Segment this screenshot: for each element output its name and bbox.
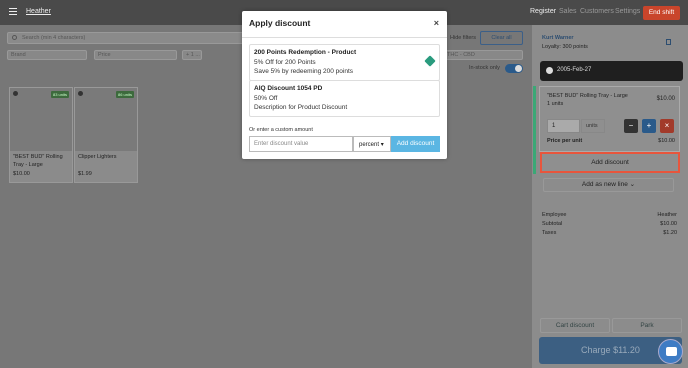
selected-indicator [533, 86, 536, 174]
discount-title: 200 Points Redemption - Product [254, 49, 357, 56]
hide-filters-button[interactable]: Hide filters [442, 32, 476, 45]
product-name: Clipper Lighters [78, 154, 117, 160]
apply-discount-modal: Apply discount × 200 Points Redemption -… [242, 11, 447, 159]
summary-label: Subtotal [542, 221, 563, 227]
instock-toggle[interactable] [505, 64, 523, 73]
user-link[interactable]: Heather [26, 8, 51, 15]
discount-line: Description for Product Discount [254, 104, 348, 111]
custom-amount-label: Or enter a custom amount [249, 127, 313, 133]
discount-option[interactable]: 200 Points Redemption - Product 5% Off f… [249, 44, 440, 81]
plus-button[interactable]: + [642, 119, 656, 133]
quantity-input[interactable]: 1 [547, 119, 580, 133]
discount-line: 5% Off for 200 Points [254, 58, 316, 66]
brand-filter[interactable]: Brand [7, 50, 87, 60]
add-new-line-label: Add as new line [581, 181, 628, 188]
nav-sales[interactable]: Sales [559, 8, 577, 15]
discount-option[interactable]: AIQ Discount 1054 PD 50% Off Description… [249, 80, 440, 117]
nav-register[interactable]: Register [530, 8, 556, 15]
summary-value: Heather [657, 212, 677, 218]
search-placeholder: Search (min 4 characters) [22, 35, 86, 41]
search-icon [12, 35, 17, 40]
product-card[interactable]: 86 units Clipper Lighters $1.99 [74, 87, 138, 183]
line-item-name: "BEST BUD" Rolling Tray - Large [547, 93, 628, 99]
trash-icon[interactable] [666, 39, 671, 45]
order-date: 2005-Feb-27 [557, 67, 592, 73]
nav-settings[interactable]: Settings [615, 8, 640, 15]
info-icon [546, 67, 553, 74]
discount-type-value: percent [359, 142, 380, 148]
line-item-units: 1 units [547, 101, 564, 107]
end-shift-button[interactable]: End shift [643, 6, 680, 20]
discount-title: AIQ Discount 1054 PD [254, 85, 323, 92]
units-label: units [581, 119, 605, 133]
product-price: $1.99 [78, 171, 92, 177]
thc-cbd-filter[interactable]: THC - CBD [443, 50, 523, 60]
line-item-price: $10.00 [656, 96, 675, 102]
price-per-unit-label: Price per unit [547, 138, 583, 144]
info-icon[interactable] [13, 91, 18, 96]
close-icon[interactable]: × [434, 18, 439, 28]
discount-type-select[interactable]: percent ▾ [353, 136, 391, 152]
summary-label: Taxes [542, 230, 557, 236]
product-card[interactable]: 83 units "BEST BUD" Rolling Tray - Large… [9, 87, 73, 183]
modal-title: Apply discount [249, 18, 311, 28]
summary-value: $10.00 [660, 221, 677, 227]
product-price: $10.00 [13, 171, 30, 177]
summary-label: Employee [542, 212, 567, 218]
chevron-down-icon: ⌄ [629, 181, 636, 188]
clear-all-button[interactable]: Clear all [480, 31, 523, 45]
discount-value-input[interactable]: Enter discount value [249, 136, 353, 152]
cart-discount-button[interactable]: Cart discount [540, 318, 610, 333]
date-bar: 2005-Feb-27 [540, 61, 683, 81]
chat-icon[interactable] [658, 339, 683, 364]
customer-name[interactable]: Kurt Warner [542, 35, 574, 41]
apply-discount-button[interactable]: Add discount [391, 136, 440, 152]
discount-line: Save 5% by redeeming 200 points [254, 68, 354, 75]
menu-icon[interactable] [9, 8, 17, 15]
info-icon[interactable] [78, 91, 83, 96]
instock-label: In-stock only [469, 65, 500, 71]
add-new-line-button[interactable]: Add as new line ⌄ [543, 178, 674, 192]
cart-line-item[interactable]: "BEST BUD" Rolling Tray - Large 1 units … [539, 86, 680, 152]
price-per-unit-value: $10.00 [658, 138, 675, 144]
remove-button[interactable]: × [660, 119, 674, 133]
product-name: "BEST BUD" Rolling Tray - Large [13, 154, 63, 168]
stock-badge: 86 units [115, 91, 134, 98]
summary-value: $1.20 [663, 230, 677, 236]
minus-button[interactable]: − [624, 119, 638, 133]
discount-line: 50% Off [254, 94, 278, 102]
caret-down-icon: ▾ [380, 142, 384, 148]
divider [242, 37, 447, 38]
stock-badge: 83 units [50, 91, 69, 98]
loyalty-points: Loyalty: 300 points [542, 44, 588, 50]
add-discount-button[interactable]: Add discount [540, 152, 680, 173]
more-filters[interactable]: + 1 ... [182, 50, 202, 60]
park-button[interactable]: Park [612, 318, 682, 333]
nav-customers[interactable]: Customers [580, 8, 614, 15]
price-filter[interactable]: Price [94, 50, 177, 60]
